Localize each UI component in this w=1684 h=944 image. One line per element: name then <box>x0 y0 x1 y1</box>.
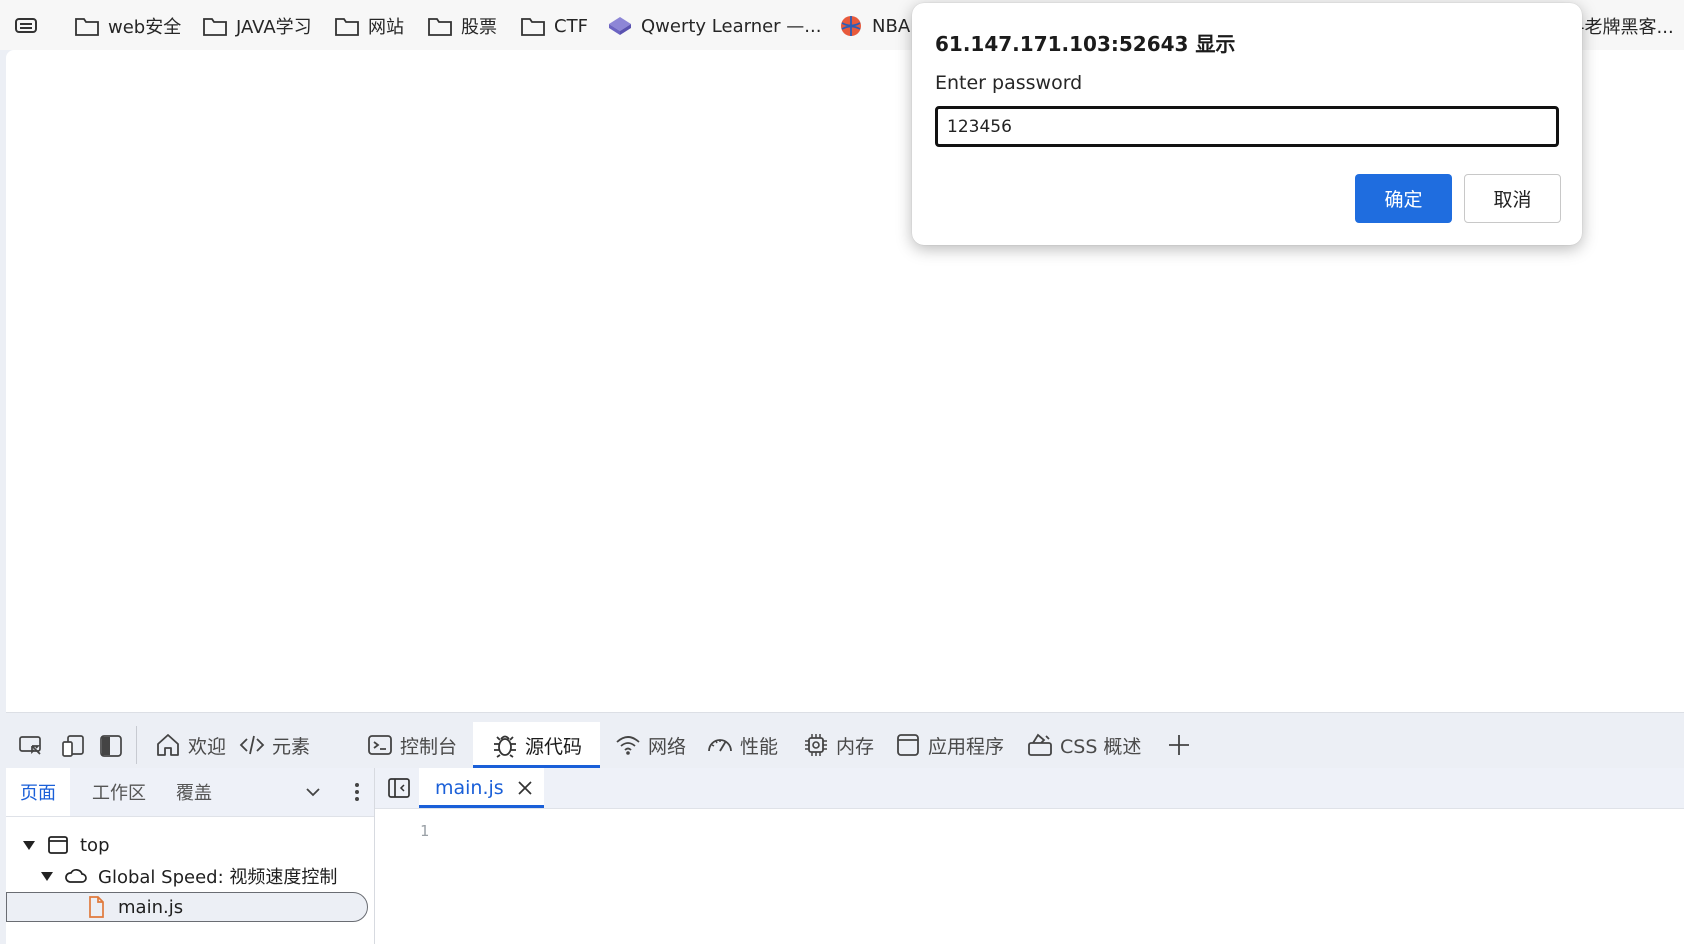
wifi-icon <box>614 731 642 759</box>
bookmark-websites[interactable]: 网站 <box>334 12 404 40</box>
bookmarks-menu-icon[interactable] <box>14 15 40 37</box>
frame-icon <box>46 833 70 857</box>
ok-button[interactable]: 确定 <box>1355 174 1452 223</box>
tab-sources[interactable]: 源代码 <box>473 722 601 768</box>
bookmark-label: web安全 <box>108 17 182 38</box>
bookmark-label: Qwerty Learner —... <box>641 15 822 37</box>
line-number: 1 <box>420 822 430 840</box>
close-icon[interactable] <box>516 779 534 797</box>
tab-label: 控制台 <box>400 735 458 758</box>
bookmark-hacker[interactable]: -老牌黑客... <box>1578 12 1674 40</box>
console-icon <box>366 731 394 759</box>
bookmark-web-security[interactable]: web安全 <box>74 12 181 40</box>
dialog-message: Enter password <box>935 72 1083 94</box>
chip-icon <box>802 731 830 759</box>
bookmark-label: 网站 <box>368 17 404 38</box>
toggle-navigator-icon[interactable] <box>387 777 411 799</box>
tab-label: 内存 <box>836 735 875 758</box>
qwerty-favicon-icon <box>607 14 633 38</box>
tree-item-label: main.js <box>118 896 184 918</box>
bookmark-label: -老牌黑客... <box>1578 17 1674 38</box>
tree-item-label: top <box>80 834 110 856</box>
tab-welcome[interactable]: 欢迎 <box>154 722 234 768</box>
window-icon <box>894 731 922 759</box>
tree-item-top[interactable]: top <box>22 830 110 860</box>
tab-label: 源代码 <box>525 735 583 758</box>
bookmark-java[interactable]: JAVA学习 <box>202 12 312 40</box>
tab-console[interactable]: 控制台 <box>366 722 457 768</box>
password-prompt-dialog: 61.147.171.103:52643 显示 Enter password 确… <box>912 3 1582 245</box>
bookmark-label: NBA <box>872 15 911 37</box>
tab-label: 网络 <box>648 735 687 758</box>
device-emulation-icon[interactable] <box>60 733 86 759</box>
tab-memory[interactable]: 内存 <box>802 722 874 768</box>
cancel-button[interactable]: 取消 <box>1464 174 1561 223</box>
tab-page[interactable]: 页面 <box>6 768 70 816</box>
tab-label: 应用程序 <box>928 735 1005 758</box>
tab-label: 性能 <box>740 735 779 758</box>
folder-icon <box>202 14 228 38</box>
paint-icon <box>1026 731 1054 759</box>
folder-icon <box>520 14 546 38</box>
chevron-down-icon[interactable] <box>302 781 324 803</box>
bookmark-ctf[interactable]: CTF <box>520 12 588 40</box>
editor-tabs: main.js <box>375 768 1684 809</box>
bookmark-label: CTF <box>554 15 588 37</box>
more-options-icon[interactable] <box>346 779 368 805</box>
tab-overrides[interactable]: 覆盖 <box>162 768 226 816</box>
cloud-icon <box>64 864 88 888</box>
bookmark-nba[interactable]: NBA <box>838 12 910 40</box>
code-editor: main.js 1 <box>375 768 1684 944</box>
folder-icon <box>334 14 360 38</box>
home-icon <box>154 731 182 759</box>
tab-elements[interactable]: 元素 <box>238 722 310 768</box>
dock-side-icon[interactable] <box>98 733 124 759</box>
file-tab-label: main.js <box>435 777 504 799</box>
sources-navigator: 页面 工作区 覆盖 top Global Speed: 视频速度控制 main.… <box>6 768 375 944</box>
tree-item-main-js[interactable]: main.js <box>84 892 183 922</box>
folder-icon <box>427 14 453 38</box>
bookmark-label: 股票 <box>461 17 497 38</box>
tab-main-js[interactable]: main.js <box>419 768 544 808</box>
bookmark-label: JAVA学习 <box>236 17 312 38</box>
tab-label: CSS 概述 <box>1060 735 1142 758</box>
tree-item-global-speed[interactable]: Global Speed: 视频速度控制 <box>40 861 337 891</box>
bookmark-qwerty[interactable]: Qwerty Learner —... <box>607 12 821 40</box>
code-icon <box>238 731 266 759</box>
triangle-down-icon[interactable] <box>40 869 54 883</box>
toolbar-separator <box>136 726 137 764</box>
speedometer-icon <box>706 731 734 759</box>
tab-css-overview[interactable]: CSS 概述 <box>1026 722 1141 768</box>
file-icon <box>84 895 108 919</box>
tab-network[interactable]: 网络 <box>614 722 686 768</box>
bug-icon <box>491 731 519 759</box>
add-tab-icon[interactable] <box>1166 732 1192 758</box>
tab-performance[interactable]: 性能 <box>706 722 778 768</box>
bookmark-stocks[interactable]: 股票 <box>427 12 497 40</box>
tree-item-label: Global Speed: 视频速度控制 <box>98 867 338 888</box>
dialog-title: 61.147.171.103:52643 显示 <box>935 32 1236 56</box>
tab-workspace[interactable]: 工作区 <box>78 768 160 816</box>
devtools-toolbar: 欢迎 元素 控制台 源代码 网络 性能 内存 应用程序 CSS 概述 <box>6 722 1684 768</box>
folder-icon <box>74 14 100 38</box>
tab-label: 欢迎 <box>188 735 227 758</box>
nba-favicon-icon <box>838 14 864 38</box>
tree-selection-highlight <box>6 892 368 922</box>
triangle-down-icon[interactable] <box>22 838 36 852</box>
navigator-tabs: 页面 工作区 覆盖 <box>6 768 374 817</box>
tab-application[interactable]: 应用程序 <box>894 722 1004 768</box>
tab-label: 元素 <box>272 735 311 758</box>
inspect-element-icon[interactable] <box>18 733 44 759</box>
password-input[interactable] <box>935 106 1559 147</box>
